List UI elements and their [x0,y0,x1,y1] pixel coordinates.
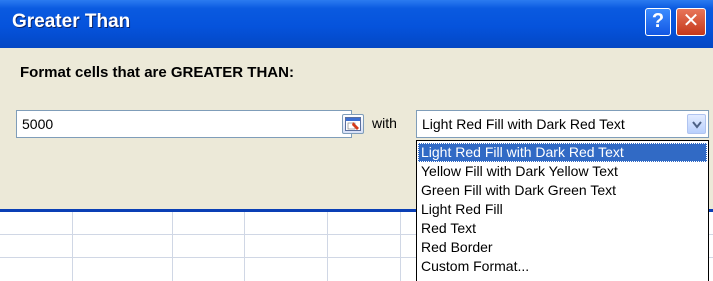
dropdown-arrow-button[interactable] [687,114,706,134]
format-select[interactable]: Light Red Fill with Dark Red Text [416,110,709,138]
help-button[interactable]: ? [645,8,671,36]
grid-line [327,210,328,281]
close-icon: ✕ [682,10,700,32]
title-bar[interactable]: Greater Than ? ✕ [0,0,713,48]
chevron-down-icon [692,121,702,129]
format-option[interactable]: Red Text [418,219,707,238]
format-option[interactable]: Green Fill with Dark Green Text [418,181,707,200]
format-dropdown-list: Light Red Fill with Dark Red Text Yellow… [416,140,709,281]
help-icon: ? [651,10,665,32]
with-label: with [372,115,397,131]
format-selected-value: Light Red Fill with Dark Red Text [422,116,625,132]
dialog-title: Greater Than [12,11,131,32]
grid-line [72,210,73,281]
close-button[interactable]: ✕ [676,8,706,36]
prompt-label: Format cells that are GREATER THAN: [20,64,294,81]
format-option[interactable]: Light Red Fill with Dark Red Text [418,143,707,162]
grid-line [400,210,401,281]
format-option[interactable]: Custom Format... [418,257,707,276]
value-input[interactable]: 5000 [16,110,364,138]
grid-line [244,210,245,281]
format-option[interactable]: Yellow Fill with Dark Yellow Text [418,162,707,181]
format-option[interactable]: Light Red Fill [418,200,707,219]
format-option[interactable]: Red Border [418,238,707,257]
grid-line [172,210,173,281]
value-text: 5000 [22,116,54,132]
collapse-dialog-icon [345,117,361,131]
collapse-dialog-button[interactable] [342,114,364,134]
